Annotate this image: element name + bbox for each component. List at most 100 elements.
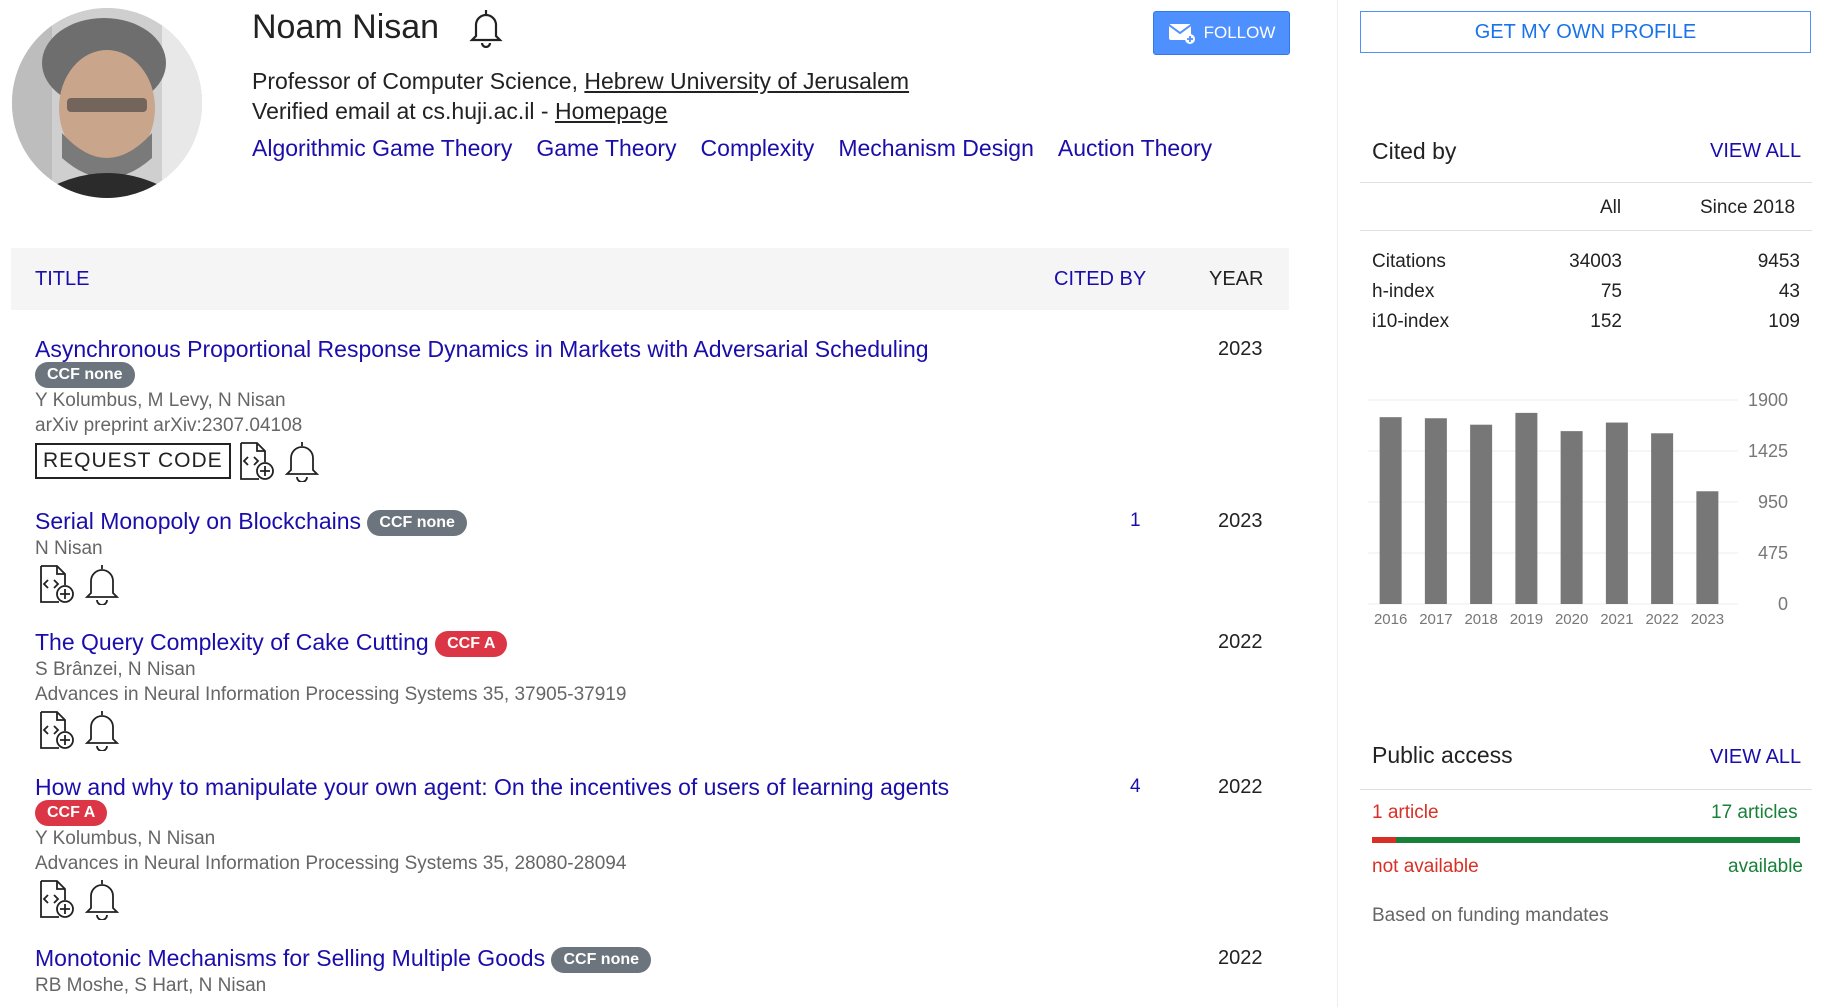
chart-y-tick-label: 1425 bbox=[1748, 441, 1788, 461]
article-title-link[interactable]: The Query Complexity of Cake Cutting bbox=[35, 629, 429, 655]
cited-by-count[interactable]: 4 bbox=[1130, 776, 1141, 798]
cited-by-count[interactable]: 1 bbox=[1130, 510, 1141, 532]
stat-label: i10-index bbox=[1372, 311, 1450, 332]
interest-link[interactable]: Mechanism Design bbox=[838, 135, 1034, 162]
add-code-icon[interactable] bbox=[35, 563, 77, 605]
public-access-heading: Public access bbox=[1372, 742, 1513, 768]
alert-bell-icon[interactable] bbox=[81, 563, 123, 605]
chart-bar[interactable] bbox=[1470, 424, 1493, 604]
affiliation: Professor of Computer Science, Hebrew Un… bbox=[252, 68, 909, 95]
chart-bar[interactable] bbox=[1379, 417, 1402, 604]
alert-bell-icon[interactable] bbox=[281, 440, 323, 482]
public-access-bar-unavailable bbox=[1372, 837, 1396, 843]
article-authors: Y Kolumbus, M Levy, N Nisan bbox=[35, 390, 286, 411]
column-divider bbox=[1337, 0, 1338, 1007]
stat-since: 109 bbox=[1768, 311, 1800, 332]
stat-i10-index: i10-index 152 109 bbox=[1372, 311, 1800, 337]
chart-x-tick-label: 2020 bbox=[1555, 611, 1588, 628]
article-title-link[interactable]: How and why to manipulate your own agent… bbox=[35, 774, 949, 800]
chart-x-tick-label: 2016 bbox=[1374, 611, 1407, 628]
article-year: 2022 bbox=[1218, 776, 1263, 798]
ccf-badge: CCF none bbox=[367, 509, 467, 536]
avatar bbox=[12, 8, 202, 198]
cited-by-view-all-link[interactable]: VIEW ALL bbox=[1710, 140, 1801, 163]
alert-bell-icon[interactable] bbox=[81, 878, 123, 920]
homepage-link[interactable]: Homepage bbox=[555, 98, 668, 124]
follow-label: FOLLOW bbox=[1203, 23, 1276, 42]
ccf-badge: CCF none bbox=[35, 362, 135, 388]
public-access-unavailable-count[interactable]: 1 article bbox=[1372, 802, 1439, 824]
follow-button[interactable]: FOLLOW bbox=[1153, 11, 1290, 55]
not-available-label: not available bbox=[1372, 856, 1479, 877]
table-row: The Query Complexity of Cake Cutting CCF… bbox=[35, 627, 1275, 751]
article-year: 2022 bbox=[1218, 631, 1263, 653]
sort-by-cited[interactable]: CITED BY bbox=[1054, 268, 1146, 291]
cited-by-heading: Cited by bbox=[1372, 138, 1457, 164]
divider bbox=[1360, 182, 1812, 183]
article-year: 2022 bbox=[1218, 947, 1263, 969]
email-text: Verified email at cs.huji.ac.il - bbox=[252, 98, 555, 124]
chart-bar[interactable] bbox=[1605, 422, 1628, 604]
funding-mandates-note: Based on funding mandates bbox=[1372, 905, 1609, 926]
mail-plus-icon bbox=[1168, 24, 1195, 44]
articles-table-header: TITLE CITED BY YEAR bbox=[11, 248, 1289, 310]
stat-citations: Citations 34003 9453 bbox=[1372, 251, 1800, 277]
citations-per-year-chart: 1900 1425 950 475 0 2016 2017 2018 2019 2020 2021 2… bbox=[1368, 390, 1788, 628]
table-row: Serial Monopoly on Blockchains CCF none … bbox=[35, 506, 1275, 605]
chart-bar[interactable] bbox=[1651, 433, 1674, 604]
article-authors: N Nisan bbox=[35, 538, 103, 559]
chart-bar[interactable] bbox=[1560, 431, 1583, 604]
chart-bar[interactable] bbox=[1696, 491, 1719, 604]
article-authors: RB Moshe, S Hart, N Nisan bbox=[35, 975, 267, 996]
chart-bar[interactable] bbox=[1424, 418, 1447, 604]
article-year: 2023 bbox=[1218, 510, 1263, 532]
add-code-icon[interactable] bbox=[235, 440, 277, 482]
request-code-button[interactable]: REQUEST CODE bbox=[35, 443, 231, 479]
affiliation-link[interactable]: Hebrew University of Jerusalem bbox=[584, 68, 909, 94]
get-my-own-profile-button[interactable]: GET MY OWN PROFILE bbox=[1360, 11, 1811, 53]
alert-bell-icon[interactable] bbox=[81, 709, 123, 751]
stat-label: h-index bbox=[1372, 281, 1435, 302]
article-venue: arXiv preprint arXiv:2307.04108 bbox=[35, 415, 303, 436]
ccf-badge: CCF none bbox=[551, 946, 652, 973]
stat-all: 75 bbox=[1600, 281, 1622, 302]
chart-y-tick-label: 0 bbox=[1778, 594, 1788, 614]
chart-x-tick-label: 2022 bbox=[1645, 611, 1678, 628]
available-label: available bbox=[1728, 856, 1803, 877]
article-title-link[interactable]: Serial Monopoly on Blockchains bbox=[35, 508, 361, 534]
chart-x-tick-label: 2023 bbox=[1691, 611, 1724, 628]
column-since: Since 2018 bbox=[1700, 197, 1796, 218]
public-access-available-count[interactable]: 17 articles bbox=[1711, 802, 1798, 824]
table-row: Asynchronous Proportional Response Dynam… bbox=[35, 334, 1275, 482]
chart-bar[interactable] bbox=[1515, 412, 1538, 604]
article-title-link[interactable]: Asynchronous Proportional Response Dynam… bbox=[35, 336, 929, 362]
article-year: 2023 bbox=[1218, 338, 1263, 360]
chart-x-tick-label: 2021 bbox=[1600, 611, 1633, 628]
research-interests: Algorithmic Game Theory Game Theory Comp… bbox=[252, 135, 1212, 162]
sort-by-title[interactable]: TITLE bbox=[35, 268, 89, 291]
interest-link[interactable]: Auction Theory bbox=[1058, 135, 1212, 162]
public-access-view-all-link[interactable]: VIEW ALL bbox=[1710, 746, 1801, 769]
divider bbox=[1360, 230, 1812, 231]
ccf-badge: CCF A bbox=[35, 800, 108, 826]
interest-link[interactable]: Game Theory bbox=[536, 135, 676, 162]
table-row: How and why to manipulate your own agent… bbox=[35, 772, 1275, 920]
add-code-icon[interactable] bbox=[35, 878, 77, 920]
column-all: All bbox=[1600, 197, 1622, 218]
stat-h-index: h-index 75 43 bbox=[1372, 281, 1800, 307]
stat-all: 152 bbox=[1590, 311, 1622, 332]
add-code-icon[interactable] bbox=[35, 709, 77, 751]
chart-y-tick-label: 950 bbox=[1758, 492, 1788, 512]
article-authors: S Brânzei, N Nisan bbox=[35, 659, 196, 680]
interest-link[interactable]: Complexity bbox=[701, 135, 815, 162]
stat-all: 34003 bbox=[1569, 251, 1622, 272]
article-title-link[interactable]: Monotonic Mechanisms for Selling Multipl… bbox=[35, 945, 545, 971]
verified-email: Verified email at cs.huji.ac.il - Homepa… bbox=[252, 98, 667, 125]
follow-bell-icon[interactable] bbox=[468, 8, 504, 49]
profile-name: Noam Nisan bbox=[252, 8, 440, 46]
interest-link[interactable]: Algorithmic Game Theory bbox=[252, 135, 512, 162]
article-authors: Y Kolumbus, N Nisan bbox=[35, 828, 216, 849]
sort-by-year[interactable]: YEAR bbox=[1209, 268, 1263, 291]
article-venue: Advances in Neural Information Processin… bbox=[35, 684, 627, 705]
chart-x-tick-label: 2018 bbox=[1464, 611, 1497, 628]
